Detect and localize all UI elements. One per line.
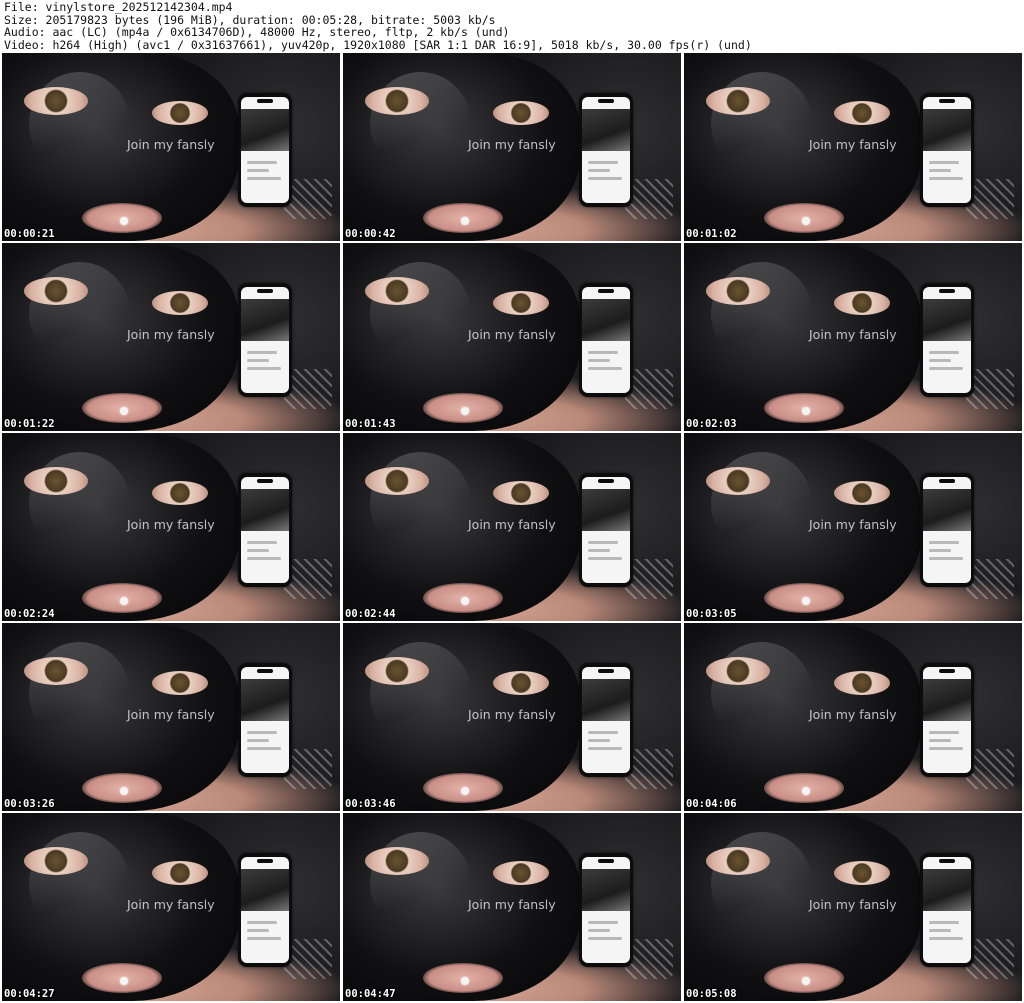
watermark-text: Join my fansly <box>468 137 556 152</box>
frame-timestamp: 00:02:44 <box>345 608 396 620</box>
watermark-text: Join my fansly <box>468 517 556 532</box>
phone-in-frame <box>579 283 633 397</box>
video-frame-thumbnail: Join my fansly 00:02:44 <box>343 433 681 621</box>
phone-in-frame <box>920 473 974 587</box>
watermark-text: Join my fansly <box>468 897 556 912</box>
file-info-header: File: vinylstore_202512142304.mp4 Size: … <box>0 0 1024 52</box>
phone-in-frame <box>920 283 974 397</box>
watermark-text: Join my fansly <box>127 327 215 342</box>
frame-timestamp: 00:01:43 <box>345 418 396 430</box>
video-frame-thumbnail: Join my fansly 00:00:42 <box>343 53 681 241</box>
video-frame-thumbnail: Join my fansly 00:04:27 <box>2 813 340 1001</box>
video-frame-thumbnail: Join my fansly 00:03:26 <box>2 623 340 811</box>
phone-in-frame <box>238 283 292 397</box>
video-frame-thumbnail: Join my fansly 00:02:03 <box>684 243 1022 431</box>
frame-timestamp: 00:04:47 <box>345 988 396 1000</box>
phone-in-frame <box>238 93 292 207</box>
frame-timestamp: 00:04:27 <box>4 988 55 1000</box>
watermark-text: Join my fansly <box>809 137 897 152</box>
frame-timestamp: 00:01:02 <box>686 228 737 240</box>
watermark-text: Join my fansly <box>809 327 897 342</box>
frame-timestamp: 00:04:06 <box>686 798 737 810</box>
video-frame-thumbnail: Join my fansly 00:03:46 <box>343 623 681 811</box>
video-frame-thumbnail: Join my fansly 00:04:06 <box>684 623 1022 811</box>
audio-info-line: Audio: aac (LC) (mp4a / 0x6134706D), 480… <box>4 25 510 40</box>
frame-timestamp: 00:02:03 <box>686 418 737 430</box>
phone-in-frame <box>579 853 633 967</box>
watermark-text: Join my fansly <box>127 707 215 722</box>
phone-in-frame <box>238 853 292 967</box>
video-frame-thumbnail: Join my fansly 00:05:08 <box>684 813 1022 1001</box>
frame-timestamp: 00:05:08 <box>686 988 737 1000</box>
video-frame-thumbnail: Join my fansly 00:00:21 <box>2 53 340 241</box>
video-frame-thumbnail: Join my fansly 00:02:24 <box>2 433 340 621</box>
video-frame-thumbnail: Join my fansly 00:01:22 <box>2 243 340 431</box>
video-frame-thumbnail: Join my fansly 00:01:43 <box>343 243 681 431</box>
phone-in-frame <box>579 93 633 207</box>
phone-in-frame <box>238 663 292 777</box>
frame-timestamp: 00:00:42 <box>345 228 396 240</box>
watermark-text: Join my fansly <box>468 327 556 342</box>
frame-timestamp: 00:03:05 <box>686 608 737 620</box>
video-frame-thumbnail: Join my fansly 00:04:47 <box>343 813 681 1001</box>
phone-in-frame <box>579 663 633 777</box>
phone-in-frame <box>920 853 974 967</box>
watermark-text: Join my fansly <box>127 517 215 532</box>
frame-timestamp: 00:03:26 <box>4 798 55 810</box>
video-frame-thumbnail: Join my fansly 00:01:02 <box>684 53 1022 241</box>
phone-in-frame <box>920 93 974 207</box>
video-info-line: Video: h264 (High) (avc1 / 0x31637661), … <box>4 37 752 52</box>
watermark-text: Join my fansly <box>809 707 897 722</box>
video-frame-thumbnail: Join my fansly 00:03:05 <box>684 433 1022 621</box>
frame-timestamp: 00:00:21 <box>4 228 55 240</box>
frame-timestamp: 00:02:24 <box>4 608 55 620</box>
frame-timestamp: 00:03:46 <box>345 798 396 810</box>
watermark-text: Join my fansly <box>809 517 897 532</box>
file-name-line: File: vinylstore_202512142304.mp4 <box>4 0 233 14</box>
watermark-text: Join my fansly <box>468 707 556 722</box>
phone-in-frame <box>920 663 974 777</box>
watermark-text: Join my fansly <box>127 137 215 152</box>
thumbnail-grid: Join my fansly 00:00:21 Join my fansly 0… <box>2 53 1022 1001</box>
phone-in-frame <box>238 473 292 587</box>
frame-timestamp: 00:01:22 <box>4 418 55 430</box>
phone-in-frame <box>579 473 633 587</box>
watermark-text: Join my fansly <box>809 897 897 912</box>
watermark-text: Join my fansly <box>127 897 215 912</box>
